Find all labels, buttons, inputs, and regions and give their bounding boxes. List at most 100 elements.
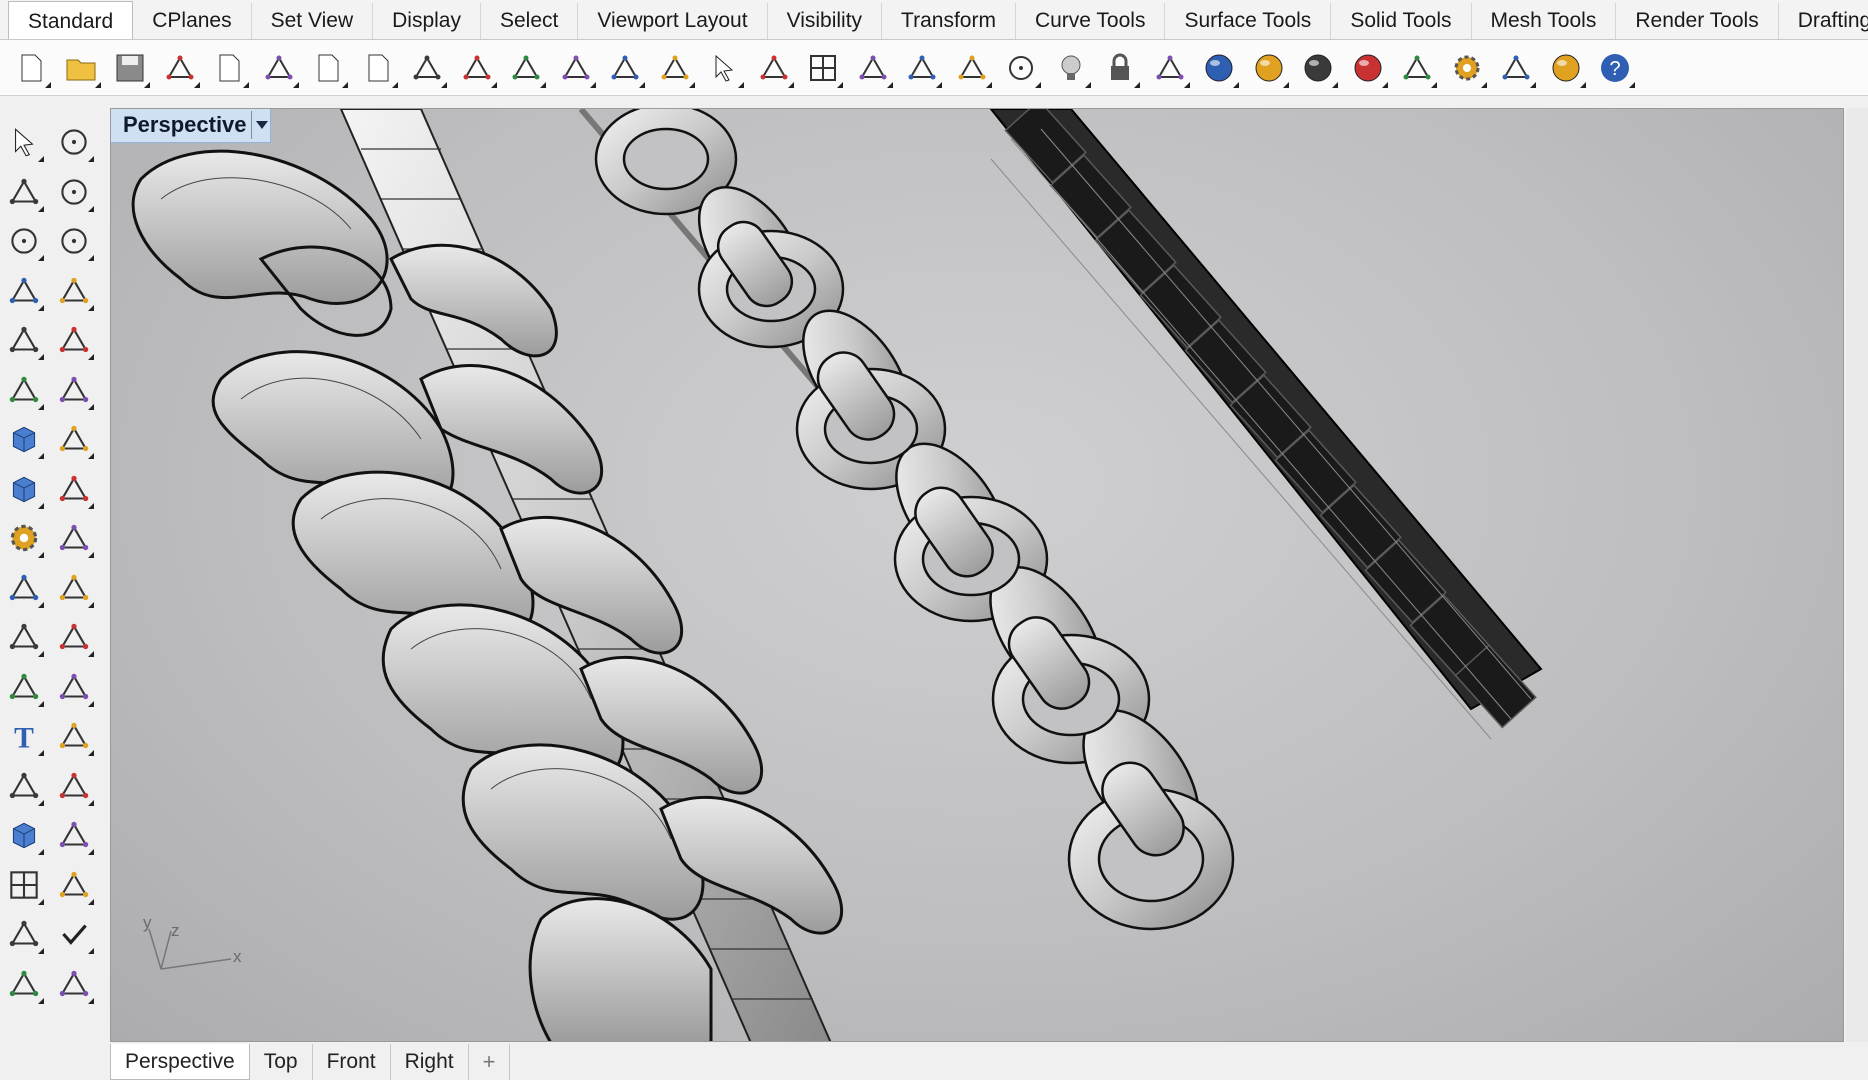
scale-tool-button[interactable] [52, 714, 96, 758]
tab-standard[interactable]: Standard [8, 1, 134, 39]
import-button[interactable] [208, 47, 250, 89]
zoom-dynamic-icon [558, 50, 594, 86]
point-tool-button[interactable] [52, 120, 96, 164]
text-tool-button[interactable]: T [2, 714, 46, 758]
four-viewports-button[interactable] [802, 47, 844, 89]
object-snap-button[interactable] [951, 47, 993, 89]
lightbulb-button[interactable] [1050, 47, 1092, 89]
cplane-button[interactable] [901, 47, 943, 89]
plane-surface-tool-button[interactable] [52, 467, 96, 511]
lock-icon [1102, 50, 1138, 86]
help-button[interactable]: ? [1594, 47, 1636, 89]
tab-transform[interactable]: Transform [882, 3, 1016, 39]
viewport-menu-dropdown-icon[interactable] [251, 111, 272, 139]
dim-tool-button[interactable] [52, 813, 96, 857]
grid-array-tool-button[interactable] [2, 863, 46, 907]
check-tool-button[interactable] [52, 912, 96, 956]
rendered-sphere-button[interactable] [1297, 47, 1339, 89]
tab-cplanes[interactable]: CPlanes [133, 3, 252, 39]
layer-button[interactable] [1149, 47, 1191, 89]
tab-set-view[interactable]: Set View [252, 3, 374, 39]
open-folder-button[interactable] [60, 47, 102, 89]
undo-view-button[interactable] [753, 47, 795, 89]
zoom-dynamic-button[interactable] [555, 47, 597, 89]
offset-curve-tool-button[interactable] [2, 665, 46, 709]
zoom-extents-button[interactable] [654, 47, 696, 89]
color-wheel-button[interactable] [1198, 47, 1240, 89]
tab-visibility[interactable]: Visibility [768, 3, 883, 39]
globe-button[interactable] [1545, 47, 1587, 89]
ellipse-tool-button[interactable] [52, 219, 96, 263]
box-tool-button[interactable] [2, 417, 46, 461]
blue-sphere-button[interactable] [1347, 47, 1389, 89]
rectangle-tool-button[interactable] [52, 269, 96, 313]
fillet-curve-tool-button[interactable] [52, 318, 96, 362]
polygon-tool-button[interactable] [2, 318, 46, 362]
main-left-toolbar: T [0, 110, 108, 1080]
shaded-sphere-button[interactable] [1248, 47, 1290, 89]
help-icon: ? [1597, 50, 1633, 86]
tab-solid-tools[interactable]: Solid Tools [1331, 3, 1472, 39]
surface-corner-tool-button[interactable] [2, 368, 46, 412]
paste-button[interactable] [357, 47, 399, 89]
tab-drafting[interactable]: Drafting [1779, 3, 1868, 39]
save-button[interactable] [109, 47, 151, 89]
select-arrow-tool-button[interactable] [2, 120, 46, 164]
array-tool-button[interactable] [2, 764, 46, 808]
gears-tool-button[interactable] [2, 516, 46, 560]
viewport-tab-top[interactable]: Top [250, 1044, 313, 1080]
blend-curve-tool-button[interactable] [52, 665, 96, 709]
settings-gear-button[interactable] [1446, 47, 1488, 89]
ungroup-tool-button[interactable] [52, 615, 96, 659]
car-properties-icon [855, 50, 891, 86]
dimension-button[interactable] [1495, 47, 1537, 89]
filter-button[interactable] [1396, 47, 1438, 89]
pan-hand-button[interactable] [456, 47, 498, 89]
undo-button[interactable] [406, 47, 448, 89]
explode-tool-button[interactable] [52, 516, 96, 560]
trim-tool-button[interactable] [2, 566, 46, 610]
tab-select[interactable]: Select [481, 3, 579, 39]
print-button[interactable] [159, 47, 201, 89]
tab-curve-tools[interactable]: Curve Tools [1016, 3, 1166, 39]
zoom-window-button[interactable] [604, 47, 646, 89]
chain-models-scene [131, 109, 1543, 1041]
extrude-tool-button[interactable] [2, 813, 46, 857]
cage-edit-tool-button[interactable] [52, 962, 96, 1006]
car-properties-button[interactable] [852, 47, 894, 89]
zoom-selected-button[interactable] [703, 47, 745, 89]
viewport-title[interactable]: Perspective [111, 109, 271, 143]
select-points-button[interactable] [1000, 47, 1042, 89]
cut-button[interactable] [258, 47, 300, 89]
new-file-button[interactable] [10, 47, 52, 89]
curve-points-tool-button[interactable] [52, 170, 96, 214]
axis-z-label: z [171, 921, 180, 940]
surface-patch-tool-button[interactable] [52, 368, 96, 412]
split-tool-button[interactable] [52, 566, 96, 610]
cylinder-tool-button[interactable] [2, 467, 46, 511]
rotate-view-button[interactable] [505, 47, 547, 89]
group-tool-button[interactable] [2, 615, 46, 659]
svg-text:T: T [14, 723, 34, 755]
arc-tool-button[interactable] [2, 269, 46, 313]
boolean-union-tool-button[interactable] [52, 417, 96, 461]
tab-mesh-tools[interactable]: Mesh Tools [1472, 3, 1617, 39]
import-icon [211, 50, 247, 86]
lock-button[interactable] [1099, 47, 1141, 89]
tab-display[interactable]: Display [373, 3, 481, 39]
project-tool-button[interactable] [2, 912, 46, 956]
align-tool-button[interactable] [52, 863, 96, 907]
tab-surface-tools[interactable]: Surface Tools [1165, 3, 1332, 39]
viewport-tab-front[interactable]: Front [313, 1044, 391, 1080]
tab-render-tools[interactable]: Render Tools [1616, 3, 1779, 39]
viewport-tab-perspective[interactable]: Perspective [110, 1044, 250, 1080]
copy-button[interactable] [307, 47, 349, 89]
tab-viewport-layout[interactable]: Viewport Layout [578, 3, 768, 39]
circle-tool-button[interactable] [2, 219, 46, 263]
mirror-tool-button[interactable] [52, 764, 96, 808]
mesh-tool-button[interactable] [2, 962, 46, 1006]
add-viewport-tab-button[interactable]: + [469, 1044, 511, 1080]
perspective-viewport[interactable]: Perspective y z x [110, 108, 1844, 1042]
polyline-tool-button[interactable] [2, 170, 46, 214]
viewport-tab-right[interactable]: Right [391, 1044, 469, 1080]
